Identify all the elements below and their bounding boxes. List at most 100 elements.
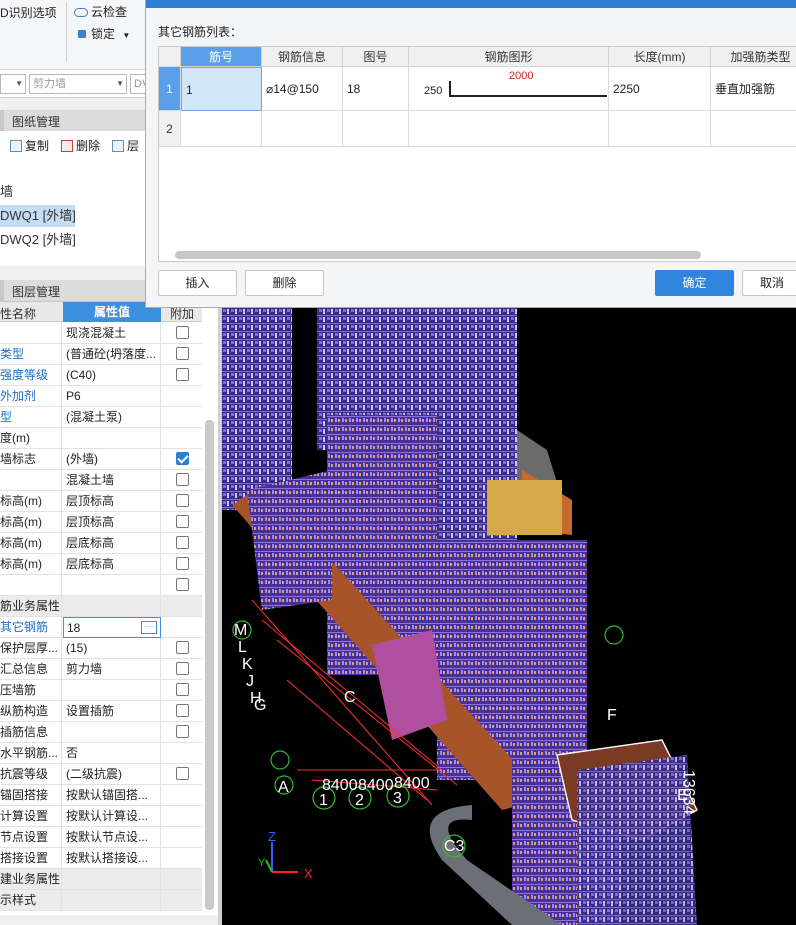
insert-button[interactable]: 插入 (158, 270, 237, 296)
col-fig-no[interactable]: 图号 (343, 47, 409, 67)
add-checkbox[interactable] (176, 704, 189, 717)
property-row[interactable]: 压墙筋 (0, 680, 202, 701)
property-row[interactable]: 型 (混凝土泵) (0, 407, 202, 428)
property-value[interactable]: 现浇混凝土 (63, 323, 161, 344)
property-value[interactable]: 层顶标高 (63, 491, 161, 512)
property-row[interactable]: 汇总信息 剪力墙 (0, 659, 202, 680)
tree-item[interactable]: 墙 (0, 181, 145, 203)
delete-button[interactable]: 删除 (61, 137, 100, 154)
cell-bar-no[interactable]: 1 (181, 67, 262, 111)
property-row[interactable]: 现浇混凝土 (0, 323, 202, 344)
add-checkbox[interactable] (176, 473, 189, 486)
property-value[interactable]: 按默认节点设... (63, 827, 161, 848)
property-row[interactable]: 标高(m) 层底标高 (0, 554, 202, 575)
add-checkbox[interactable] (176, 683, 189, 696)
cell-stiffener-type[interactable] (711, 111, 796, 147)
property-value[interactable]: (混凝土泵) (63, 407, 161, 428)
property-row[interactable]: 锚固搭接 按默认锚固搭... (0, 785, 202, 806)
property-value[interactable] (63, 575, 161, 596)
add-checkbox[interactable] (176, 662, 189, 675)
property-row[interactable]: 标高(m) 层顶标高 (0, 491, 202, 512)
property-row[interactable]: 度(m) (0, 428, 202, 449)
grid-horizontal-scrollbar[interactable] (175, 251, 701, 259)
property-group-row[interactable]: 建业务属性 (0, 869, 202, 890)
property-row[interactable]: 水平钢筋... 否 (0, 743, 202, 764)
add-checkbox[interactable] (176, 326, 189, 339)
property-scrollbar[interactable] (205, 420, 214, 910)
property-value[interactable]: (外墙) (63, 449, 161, 470)
cell-bar-no[interactable] (181, 111, 262, 147)
ellipsis-button[interactable]: ··· (141, 621, 157, 634)
col-length[interactable]: 长度(mm) (609, 47, 711, 67)
add-checkbox[interactable] (176, 725, 189, 738)
add-checkbox[interactable] (176, 536, 189, 549)
add-checkbox[interactable] (176, 368, 189, 381)
tree-item[interactable]: DWQ2 [外墙] (0, 229, 145, 251)
property-row[interactable]: 节点设置 按默认节点设... (0, 827, 202, 848)
property-row[interactable]: 保护层厚... (15) (0, 638, 202, 659)
property-value[interactable]: 层底标高 (63, 533, 161, 554)
add-checkbox[interactable] (176, 494, 189, 507)
property-row[interactable]: 搭接设置 按默认搭接设... (0, 848, 202, 869)
property-value[interactable] (63, 869, 161, 890)
col-bar-no[interactable]: 筋号 (181, 47, 262, 67)
cell-rebar-info[interactable] (262, 111, 343, 147)
recognize-options-button[interactable]: D识别选项 (0, 4, 57, 21)
tree-item[interactable]: DWQ1 [外墙] (0, 205, 76, 227)
cancel-button[interactable]: 取消 (742, 270, 796, 296)
property-value[interactable]: 按默认锚固搭... (63, 785, 161, 806)
property-row[interactable]: 标高(m) 层底标高 (0, 533, 202, 554)
property-value[interactable]: P6 (63, 386, 161, 407)
property-row[interactable]: 抗震等级 (二级抗震) (0, 764, 202, 785)
property-row[interactable]: 插筋信息 (0, 722, 202, 743)
property-row[interactable] (0, 575, 202, 596)
cell-rebar-shape[interactable] (409, 111, 609, 147)
property-value[interactable]: 层顶标高 (63, 512, 161, 533)
3d-viewport[interactable]: 1 2 3 8400 8400 8400 C3 C A M L K J H G … (222, 300, 796, 925)
property-row[interactable]: 计算设置 按默认计算设... (0, 806, 202, 827)
layer-button[interactable]: 层 (112, 137, 139, 154)
property-row[interactable]: 强度等级 (C40) (0, 365, 202, 386)
property-value[interactable]: 否 (63, 743, 161, 764)
add-checkbox[interactable] (176, 641, 189, 654)
property-value[interactable]: 剪力墙 (63, 659, 161, 680)
property-row[interactable]: 纵筋构造 设置插筋 (0, 701, 202, 722)
col-stiffener-type[interactable]: 加强筋类型 (711, 47, 796, 67)
property-row[interactable]: 混凝土墙 (0, 470, 202, 491)
ok-button[interactable]: 确定 (655, 270, 734, 296)
cloud-check-button[interactable]: 云检查 (74, 3, 127, 20)
lock-button[interactable]: 锁定 ▼ (78, 25, 130, 42)
copy-button[interactable]: 复制 (10, 137, 49, 154)
property-value[interactable]: (15) (63, 638, 161, 659)
property-row[interactable]: 外加剂 P6 (0, 386, 202, 407)
property-value[interactable] (63, 890, 161, 911)
dialog-titlebar[interactable] (146, 0, 796, 8)
component-type-combo[interactable]: 剪力墙 ▼ (29, 74, 127, 94)
delete-row-button[interactable]: 删除 (245, 270, 324, 296)
property-row[interactable]: 墙标志 (外墙) (0, 449, 202, 470)
row-number[interactable]: 1 (159, 67, 181, 111)
property-value[interactable]: 按默认搭接设... (63, 848, 161, 869)
property-group-row[interactable]: 示样式 (0, 890, 202, 911)
tab-layer-management[interactable]: 图层管理 (12, 283, 60, 300)
cell-stiffener-type[interactable]: 垂直加强筋 (711, 67, 796, 111)
property-row[interactable]: 类型 (普通砼(坍落度... (0, 344, 202, 365)
property-value[interactable]: (C40) (63, 365, 161, 386)
tab-drawing-management[interactable]: 图纸管理 (12, 113, 60, 130)
col-rebar-info[interactable]: 钢筋信息 (262, 47, 343, 67)
cell-fig-no[interactable] (343, 111, 409, 147)
cell-rebar-info[interactable]: ⌀14@150 (262, 67, 343, 111)
cell-rebar-shape[interactable]: 250 2000 (409, 67, 609, 111)
cell-fig-no[interactable]: 18 (343, 67, 409, 111)
property-value[interactable]: (二级抗震) (63, 764, 161, 785)
add-checkbox[interactable] (176, 452, 189, 465)
add-checkbox[interactable] (176, 767, 189, 780)
property-value-editor[interactable]: 18 ··· (63, 617, 161, 638)
add-checkbox[interactable] (176, 515, 189, 528)
add-checkbox[interactable] (176, 557, 189, 570)
property-value[interactable]: (普通砼(坍落度... (63, 344, 161, 365)
row-number[interactable]: 2 (159, 111, 181, 147)
property-value[interactable] (63, 596, 161, 617)
cell-length[interactable] (609, 111, 711, 147)
property-value[interactable]: 混凝土墙 (63, 470, 161, 491)
